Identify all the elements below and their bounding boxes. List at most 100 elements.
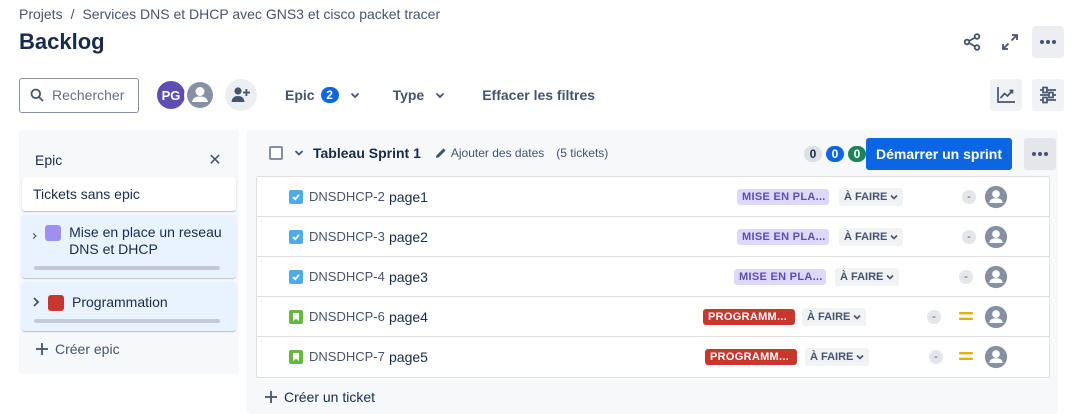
- status-dropdown[interactable]: À FAIRE: [835, 268, 900, 286]
- ticket-row[interactable]: DNSDHCP-3 page2 MISE EN PLA... À FAIRE -: [257, 217, 1049, 257]
- todo-count: 0: [804, 146, 822, 162]
- top-actions: [956, 26, 1064, 58]
- status-label: À FAIRE: [840, 271, 884, 283]
- expand-button[interactable]: [994, 26, 1026, 58]
- insights-button[interactable]: [990, 79, 1022, 111]
- ticket-key[interactable]: DNSDHCP-3: [309, 229, 385, 244]
- estimate-badge[interactable]: -: [959, 270, 973, 284]
- sprint-more-button[interactable]: [1024, 138, 1056, 170]
- page-title: Backlog: [19, 29, 105, 54]
- sprint-panel: Tableau Sprint 1 Ajouter des dates (5 ti…: [247, 130, 1058, 414]
- estimate-badge[interactable]: -: [929, 350, 943, 364]
- epic-badge[interactable]: MISE EN PLA...: [734, 269, 826, 285]
- ticket-row[interactable]: DNSDHCP-6 page4 PROGRAMM... À FAIRE -: [257, 297, 1049, 337]
- user-icon: [984, 345, 1008, 369]
- user-icon: [984, 225, 1008, 249]
- ticket-key[interactable]: DNSDHCP-6: [309, 309, 385, 324]
- epic-color-swatch: [48, 295, 64, 311]
- estimate-badge[interactable]: -: [962, 230, 976, 244]
- ticket-summary[interactable]: page5: [389, 349, 428, 365]
- status-dropdown[interactable]: À FAIRE: [839, 188, 904, 206]
- expand-icon: [1002, 34, 1018, 50]
- status-label: À FAIRE: [807, 311, 851, 323]
- chevron-down-icon: [436, 92, 445, 99]
- add-people-button[interactable]: [225, 79, 257, 111]
- status-label: À FAIRE: [844, 231, 888, 243]
- chevron-down-icon[interactable]: [293, 147, 305, 159]
- status-dropdown[interactable]: À FAIRE: [802, 308, 867, 326]
- ticket-key[interactable]: DNSDHCP-2: [309, 189, 385, 204]
- assignee-avatar[interactable]: [984, 345, 1008, 369]
- epic-badge[interactable]: MISE EN PLA...: [737, 189, 829, 205]
- create-ticket-button[interactable]: Créer un ticket: [264, 389, 375, 405]
- ticket-row[interactable]: DNSDHCP-2 page1 MISE EN PLA... À FAIRE -: [257, 177, 1049, 217]
- chevron-right-icon[interactable]: [32, 296, 40, 308]
- epic-panel: Epic ✕ Tickets sans epic Mise en place u…: [19, 130, 239, 374]
- epic-badge[interactable]: PROGRAMM...: [703, 309, 795, 325]
- status-label: À FAIRE: [810, 351, 854, 363]
- sprint-checkbox[interactable]: [269, 146, 283, 160]
- estimate-badge[interactable]: -: [927, 310, 941, 324]
- type-filter-label: Type: [392, 87, 425, 103]
- ticket-summary[interactable]: page1: [389, 189, 428, 205]
- assignee-avatar[interactable]: [984, 225, 1008, 249]
- clear-filters-button[interactable]: Effacer les filtres: [474, 79, 603, 111]
- epic-badge[interactable]: MISE EN PLA...: [737, 229, 829, 245]
- assignee-avatar[interactable]: [984, 265, 1008, 289]
- no-epic-item[interactable]: Tickets sans epic: [22, 177, 236, 211]
- user-icon: [187, 82, 213, 108]
- type-filter[interactable]: Type: [385, 79, 455, 111]
- epic-badge[interactable]: PROGRAMM...: [705, 349, 797, 365]
- search-icon: [30, 88, 44, 102]
- ticket-summary[interactable]: page2: [389, 229, 428, 245]
- task-type-icon: [289, 190, 303, 204]
- chevron-down-icon: [890, 234, 898, 240]
- sliders-icon: [1040, 86, 1056, 104]
- epic-item[interactable]: Programmation: [22, 282, 236, 331]
- assignee-avatar[interactable]: [984, 305, 1008, 329]
- epic-panel-title: Epic: [35, 152, 63, 168]
- story-type-icon: [289, 350, 303, 364]
- ticket-summary[interactable]: page4: [389, 309, 428, 325]
- avatar-default[interactable]: [184, 79, 216, 111]
- add-dates-button[interactable]: Ajouter des dates: [435, 146, 544, 160]
- ticket-row[interactable]: DNSDHCP-4 page3 MISE EN PLA... À FAIRE -: [257, 257, 1049, 297]
- close-icon[interactable]: ✕: [205, 150, 225, 170]
- avatar-pg[interactable]: PG: [155, 79, 187, 111]
- chevron-down-icon: [886, 274, 894, 280]
- inprogress-count: 0: [826, 146, 844, 162]
- story-type-icon: [289, 310, 303, 324]
- plus-icon: [36, 343, 48, 355]
- status-dropdown[interactable]: À FAIRE: [839, 228, 904, 246]
- ticket-row[interactable]: DNSDHCP-7 page5 PROGRAMM... À FAIRE -: [257, 337, 1049, 377]
- create-epic-button[interactable]: Créer epic: [35, 341, 120, 357]
- assignee-avatar[interactable]: [984, 185, 1008, 209]
- epic-filter[interactable]: Epic 2: [277, 79, 369, 111]
- create-ticket-label: Créer un ticket: [284, 389, 376, 405]
- chevron-right-icon[interactable]: [32, 230, 37, 242]
- breadcrumb-projects[interactable]: Projets: [19, 6, 63, 22]
- view-settings-button[interactable]: [1032, 79, 1064, 111]
- plus-icon: [265, 391, 277, 403]
- ticket-key[interactable]: DNSDHCP-4: [309, 269, 385, 284]
- estimate-badge[interactable]: -: [962, 190, 976, 204]
- epic-progress-bar: [34, 319, 220, 323]
- status-dropdown[interactable]: À FAIRE: [805, 348, 870, 366]
- ticket-summary[interactable]: page3: [389, 269, 428, 285]
- search-box[interactable]: [19, 77, 139, 113]
- chevron-down-icon: [853, 314, 861, 320]
- epic-progress-bar: [34, 266, 220, 270]
- avatar-group: PG: [155, 79, 216, 111]
- breadcrumb: Projets / Services DNS et DHCP avec GNS3…: [19, 6, 440, 22]
- more-button[interactable]: [1032, 26, 1064, 58]
- more-icon: [1040, 40, 1056, 44]
- share-button[interactable]: [956, 26, 988, 58]
- breadcrumb-project[interactable]: Services DNS et DHCP avec GNS3 et cisco …: [82, 6, 440, 22]
- epic-item[interactable]: Mise en place un reseau DNS et DHCP: [22, 215, 236, 278]
- ticket-key[interactable]: DNSDHCP-7: [309, 349, 385, 364]
- search-input[interactable]: [52, 87, 136, 103]
- epic-name: Programmation: [72, 294, 168, 310]
- epic-panel-header: Epic ✕: [19, 130, 239, 174]
- ticket-list: DNSDHCP-2 page1 MISE EN PLA... À FAIRE -…: [256, 176, 1050, 378]
- start-sprint-button[interactable]: Démarrer un sprint: [866, 138, 1012, 170]
